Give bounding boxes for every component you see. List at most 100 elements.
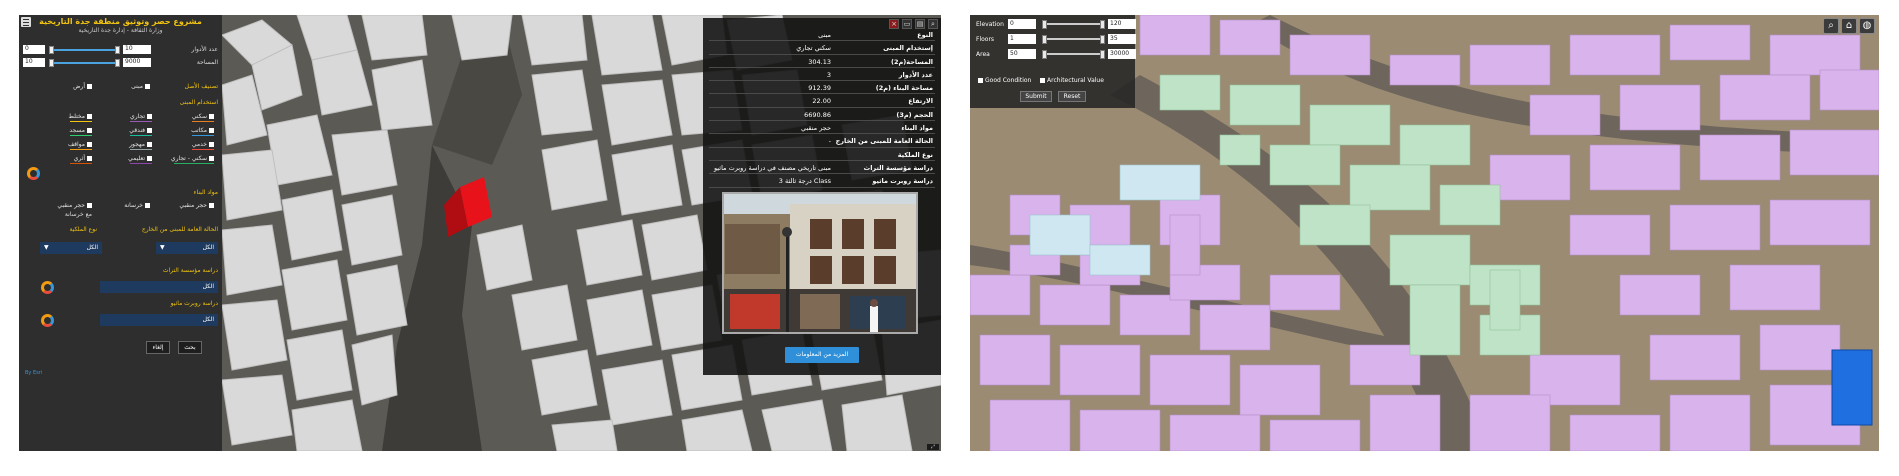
floors-slider-track[interactable] — [1042, 38, 1104, 40]
attribute-row: المساحة(م2) 304.13 — [709, 55, 935, 68]
map-toolbar: ⌕ ⌂ ◍ — [1823, 18, 1875, 34]
usage-checkbox[interactable]: تجاري — [130, 113, 152, 120]
attribute-key: الحجم (م3) — [896, 110, 933, 119]
chevron-down-icon: ▼ — [44, 244, 49, 251]
screenshot-canvas: مشروع حصر وتوثيق منطقة جدة التاريخية وزا… — [0, 0, 1899, 476]
attribute-row: دراسة روبرت ماثيو Class درجة ثالثة 3 — [709, 174, 935, 188]
robert-study-label: دراسة روبرت ماثيو — [170, 300, 218, 307]
expand-icon[interactable]: ⤢ — [927, 444, 939, 450]
usage-heading: استخدام المبنى — [179, 99, 218, 106]
more-info-button[interactable]: المزيد من المعلومات — [785, 347, 859, 363]
floors-min-input[interactable]: 0 — [23, 45, 45, 54]
floors-slider-track[interactable] — [49, 49, 119, 51]
material-radio[interactable]: حجر منقبي — [57, 202, 92, 209]
condition-select[interactable]: الكل ▼ — [156, 242, 218, 254]
attribute-row: الحالة العامة للمبنى من الخارج - — [709, 134, 935, 148]
classification-building-radio[interactable]: مبنى — [131, 83, 150, 90]
attribute-row: مواد البناء حجر منقبي — [709, 121, 935, 135]
attribute-row: الارتفاع 22.00 — [709, 94, 935, 108]
good-condition-checkbox[interactable]: Good Condition — [978, 77, 1031, 84]
usage-checkbox[interactable]: سكني - تجاري — [171, 155, 214, 162]
attribute-row: عدد الأدوار 3 — [709, 68, 935, 82]
elevation-min-input[interactable]: 0 — [1008, 19, 1036, 29]
usage-color-swatch — [130, 163, 152, 164]
area-min-input[interactable]: 10 — [23, 58, 45, 67]
left-screenshot: مشروع حصر وتوثيق منطقة جدة التاريخية وزا… — [19, 15, 941, 451]
usage-checkbox[interactable]: مهجور — [129, 141, 152, 148]
robert-study-select[interactable]: الكل — [100, 314, 218, 326]
elevation-max-input[interactable]: 120 — [1108, 19, 1136, 29]
submit-button[interactable]: Submit — [1020, 91, 1052, 102]
usage-color-swatch — [70, 121, 92, 122]
area-max-input[interactable]: 30000 — [1108, 49, 1136, 59]
usage-checkbox[interactable]: فندقي — [129, 127, 152, 134]
floors-filter: عدد الأدوار 0 10 — [23, 45, 218, 55]
floors-slider-max-handle[interactable] — [1100, 35, 1105, 44]
area-slider-min-handle[interactable] — [49, 59, 54, 67]
ownership-select[interactable]: الكل ▼ — [40, 242, 102, 254]
search-icon[interactable]: ⌕ — [1823, 18, 1839, 34]
attribute-key: دراسة روبرت ماثيو — [872, 177, 933, 186]
usage-option-label: فندقي — [129, 127, 145, 134]
area-max-input[interactable]: 9000 — [123, 58, 151, 67]
feature-popup: ⌕▤▭× النوع مبنى إستخدام المبنى سكني تجاري … — [703, 18, 941, 375]
area-slider-track[interactable] — [1042, 53, 1104, 55]
usage-option-label: أثري — [73, 155, 85, 162]
home-icon[interactable]: ⌂ — [1841, 18, 1857, 34]
attribute-key: المساحة(م2) — [891, 57, 933, 66]
reset-button[interactable]: Reset — [1058, 91, 1086, 102]
attribute-row: النوع مبنى — [709, 28, 935, 42]
elevation-slider-track[interactable] — [1042, 23, 1104, 25]
usage-checkbox[interactable]: خدمي — [192, 141, 214, 148]
area-filter: المساحة 10 9000 — [23, 58, 218, 68]
usage-option-label: سكني - تجاري — [170, 155, 207, 162]
usage-color-swatch — [70, 163, 92, 164]
usage-checkbox[interactable]: مواقف — [68, 141, 92, 148]
heritage-study-label: دراسة مؤسسة التراث — [162, 267, 218, 274]
classification-land-radio[interactable]: أرض — [73, 83, 92, 90]
usage-checkbox[interactable]: أثري — [74, 155, 92, 162]
floors-slider-min-handle[interactable] — [49, 46, 54, 54]
usage-checkbox[interactable]: سكني — [192, 113, 214, 120]
material-radio[interactable]: حجر منقبي — [179, 202, 214, 209]
usage-option-label: مهجور — [129, 141, 145, 148]
elevation-slider-min-handle[interactable] — [1042, 20, 1047, 29]
material-option-label: مع خرسانة — [64, 211, 92, 218]
classification-option-label: مبنى — [131, 83, 143, 90]
floors-max-input[interactable]: 35 — [1108, 34, 1136, 44]
usage-color-swatch — [70, 135, 92, 136]
right-screenshot: Elevation 0 120 Floors 1 35 Area 50 3000… — [970, 15, 1879, 451]
usage-option-label: سكني — [191, 113, 207, 120]
attribute-key: مساحة البناء (م2) — [875, 84, 933, 93]
cancel-button[interactable]: إلغاء — [146, 341, 170, 354]
floors-slider-min-handle[interactable] — [1042, 35, 1047, 44]
menu-toggle-icon[interactable] — [21, 17, 31, 27]
attribute-value: - — [828, 137, 831, 146]
area-slider-max-handle[interactable] — [115, 59, 120, 67]
heritage-study-select[interactable]: الكل — [100, 281, 218, 293]
usage-color-swatch — [192, 135, 214, 136]
floors-max-input[interactable]: 10 — [123, 45, 151, 54]
area-min-input[interactable]: 50 — [1008, 49, 1036, 59]
attribute-value: سكني تجاري — [796, 44, 831, 53]
usage-option-label: مواقف — [67, 141, 85, 148]
elevation-slider-max-handle[interactable] — [1100, 20, 1105, 29]
heritage-loading-spinner-icon — [41, 281, 54, 294]
floors-min-input[interactable]: 1 — [1008, 34, 1036, 44]
area-slider-track[interactable] — [49, 62, 119, 64]
usage-checkbox[interactable]: مسجد — [69, 127, 92, 134]
attribute-value: حجر منقبي — [801, 124, 831, 133]
material-option-label: حجر منقبي — [179, 202, 207, 209]
area-slider-max-handle[interactable] — [1100, 50, 1105, 59]
usage-option-label: مسجد — [69, 127, 85, 134]
material-radio[interactable]: خرسانة — [124, 202, 150, 209]
globe-icon[interactable]: ◍ — [1859, 18, 1875, 34]
usage-checkbox[interactable]: مختلط — [68, 113, 92, 120]
area-slider-min-handle[interactable] — [1042, 50, 1047, 59]
usage-checkbox[interactable]: تعليمي — [128, 155, 152, 162]
esri-attribution[interactable]: By Esri — [25, 370, 42, 376]
search-button[interactable]: بحث — [178, 341, 202, 354]
usage-checkbox[interactable]: مكاتب — [191, 127, 214, 134]
architectural-value-checkbox[interactable]: Architectural Value — [1040, 77, 1104, 84]
floors-slider-max-handle[interactable] — [115, 46, 120, 54]
